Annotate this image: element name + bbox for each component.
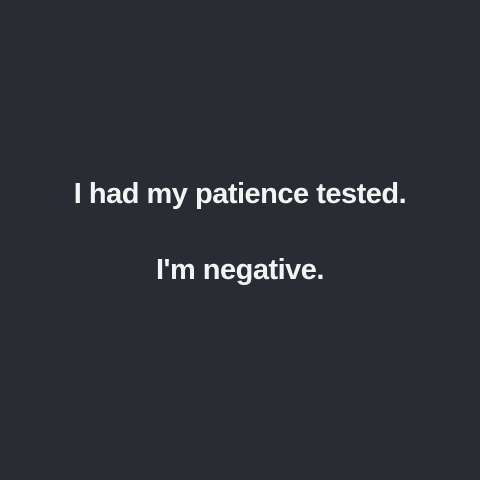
joke-setup-text: I had my patience tested. — [73, 178, 407, 210]
meme-canvas: I had my patience tested. I'm negative. — [0, 0, 480, 480]
joke-punchline-text: I'm negative. — [155, 254, 325, 286]
